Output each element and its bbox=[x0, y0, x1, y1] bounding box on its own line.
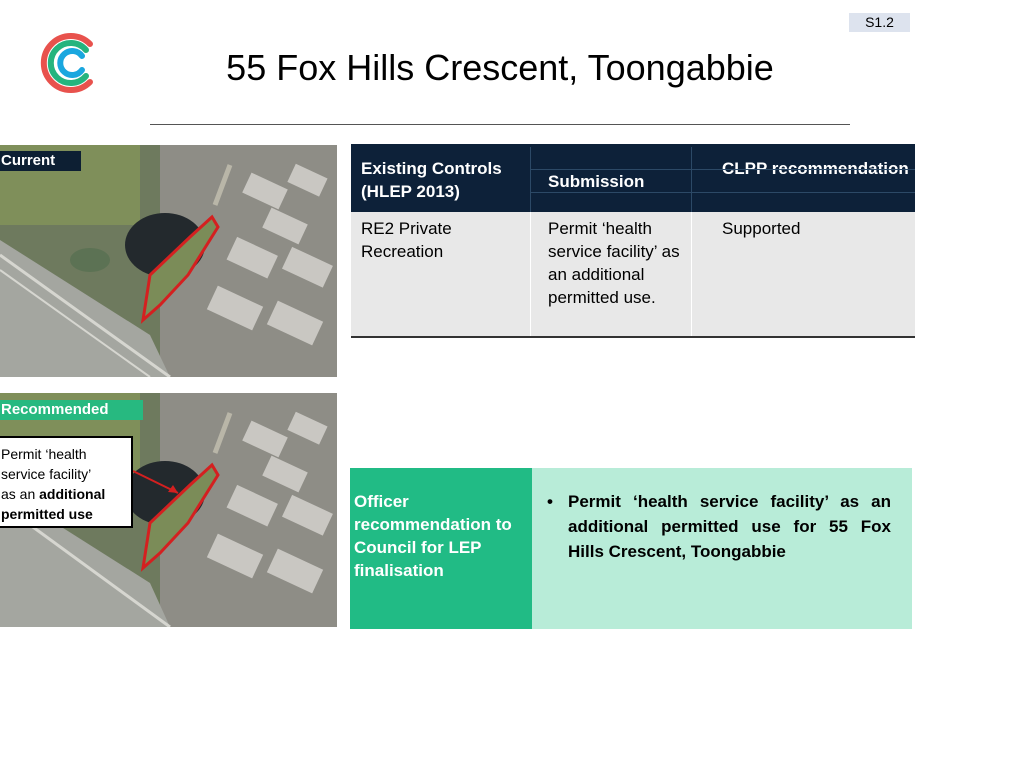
controls-table: Existing Controls (HLEP 2013) Submission… bbox=[351, 144, 915, 338]
map-callout: Permit ‘health service facility’ as an a… bbox=[0, 436, 133, 528]
current-aerial-image bbox=[0, 145, 337, 377]
cell-existing-controls: RE2 Private Recreation bbox=[351, 212, 531, 336]
slide-number-badge: S1.2 bbox=[849, 13, 910, 32]
header-submission: Submission bbox=[531, 147, 692, 212]
cell-submission: Permit ‘health service facility’ as an a… bbox=[531, 212, 692, 336]
header-clpp-recommendation: CLPP recommendation bbox=[692, 147, 915, 212]
table-header-row: Existing Controls (HLEP 2013) Submission… bbox=[351, 144, 915, 212]
council-logo-icon bbox=[40, 33, 93, 93]
cell-clpp-recommendation: Supported bbox=[722, 219, 801, 238]
officer-recommendation-label: Officer recommendation to Council for LE… bbox=[350, 468, 532, 629]
recommended-tag: Recommended bbox=[0, 400, 143, 420]
bullet-icon: • bbox=[547, 492, 553, 511]
officer-recommendation-panel: Officer recommendation to Council for LE… bbox=[350, 468, 912, 629]
current-tag: Current bbox=[0, 151, 81, 171]
table-row: RE2 Private Recreation Permit ‘health se… bbox=[351, 212, 915, 338]
page-title: 55 Fox Hills Crescent, Toongabbie bbox=[226, 47, 774, 88]
officer-recommendation-text: Permit ‘health service facility’ as an a… bbox=[568, 492, 891, 561]
officer-recommendation-body: • Permit ‘health service facility’ as an… bbox=[532, 468, 912, 629]
header-existing-controls: Existing Controls (HLEP 2013) bbox=[351, 147, 531, 212]
title-divider bbox=[150, 124, 850, 125]
